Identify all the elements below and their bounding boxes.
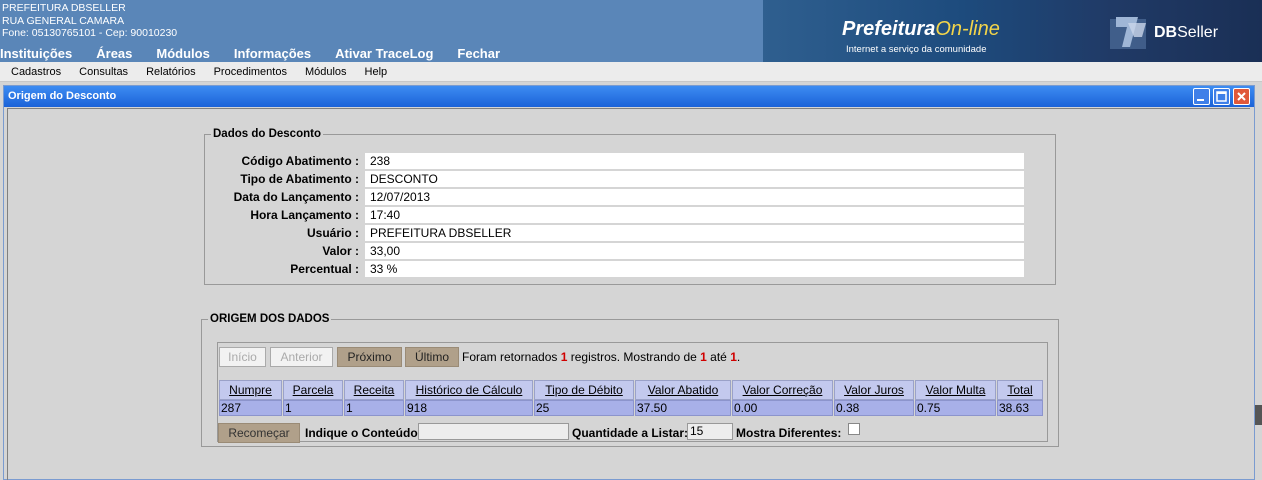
col-numpre[interactable]: Numpre: [219, 380, 282, 400]
quantidade-listar-input[interactable]: 15: [687, 423, 733, 440]
minimize-icon[interactable]: [1193, 88, 1210, 105]
app-header: PREFEITURA DBSELLER RUA GENERAL CAMARA F…: [0, 0, 1262, 62]
col-historico-calculo[interactable]: Histórico de Cálculo: [405, 380, 533, 400]
cell-valor-juros: 0.38: [834, 400, 914, 416]
origem-desconto-window: Origem do Desconto Dados do Desconto Cód…: [3, 85, 1255, 480]
records-to: 1: [730, 350, 737, 364]
nav-modulos[interactable]: Módulos: [156, 46, 209, 61]
table-row[interactable]: 287 1 1 918 25 37.50 0.00 0.38 0.75 38.6…: [219, 400, 1043, 416]
cell-valor-multa: 0.75: [915, 400, 996, 416]
tipo-abatimento-field[interactable]: DESCONTO: [365, 170, 1024, 187]
nav-informacoes[interactable]: Informações: [234, 46, 311, 61]
prefeitura-online-logo: PrefeituraOn-line: [842, 18, 1000, 40]
org-info: PREFEITURA DBSELLER RUA GENERAL CAMARA F…: [2, 2, 177, 40]
window-title: Origem do Desconto: [8, 90, 117, 102]
menu-relatorios[interactable]: Relatórios: [146, 66, 196, 78]
page-scrollbar[interactable]: [1255, 405, 1262, 425]
table-header-row: Numpre Parcela Receita Histórico de Cálc…: [219, 380, 1043, 400]
col-total[interactable]: Total: [997, 380, 1043, 400]
usuario-field[interactable]: PREFEITURA DBSELLER: [365, 224, 1024, 241]
quantidade-listar-label: Quantidade a Listar:: [572, 426, 689, 440]
menu-modulos[interactable]: Módulos: [305, 66, 347, 78]
maximize-icon[interactable]: [1213, 88, 1230, 105]
records-from: 1: [700, 350, 707, 364]
data-lancamento-label: Data do Lançamento :: [233, 189, 359, 204]
cell-parcela: 1: [283, 400, 343, 416]
dados-desconto-group: Dados do Desconto Código Abatimento : 23…: [204, 128, 1056, 285]
valor-field[interactable]: 33,00: [365, 242, 1024, 259]
nav-instituicoes[interactable]: Instituições: [0, 46, 72, 61]
window-content: Dados do Desconto Código Abatimento : 23…: [7, 108, 1250, 480]
menu-consultas[interactable]: Consultas: [79, 66, 128, 78]
valor-label: Valor :: [322, 243, 359, 258]
menu-cadastros[interactable]: Cadastros: [11, 66, 61, 78]
nav-fechar[interactable]: Fechar: [457, 46, 500, 61]
mostra-diferentes-checkbox[interactable]: [848, 423, 860, 435]
percentual-field[interactable]: 33 %: [365, 260, 1024, 277]
menu-procedimentos[interactable]: Procedimentos: [214, 66, 287, 78]
hora-lancamento-field[interactable]: 17:40: [365, 206, 1024, 223]
col-valor-multa[interactable]: Valor Multa: [915, 380, 996, 400]
origem-table: Numpre Parcela Receita Histórico de Cálc…: [218, 380, 1044, 416]
nav-ativar-tracelog[interactable]: Ativar TraceLog: [335, 46, 433, 61]
tipo-abatimento-label: Tipo de Abatimento :: [240, 171, 359, 186]
nav-areas[interactable]: Áreas: [96, 46, 132, 61]
col-valor-juros[interactable]: Valor Juros: [834, 380, 914, 400]
hora-lancamento-label: Hora Lançamento :: [250, 207, 359, 222]
origem-dados-legend: ORIGEM DOS DADOS: [210, 313, 330, 325]
field-row: Percentual : 33 %: [205, 260, 1024, 277]
field-row: Data do Lançamento : 12/07/2013: [205, 188, 1024, 205]
logo-tagline: Internet a serviço da comunidade: [846, 44, 987, 55]
codigo-abatimento-label: Código Abatimento :: [241, 153, 359, 168]
col-valor-abatido[interactable]: Valor Abatido: [635, 380, 731, 400]
indique-conteudo-input[interactable]: [418, 423, 569, 440]
percentual-label: Percentual :: [290, 261, 359, 276]
window-title-bar[interactable]: Origem do Desconto: [4, 86, 1254, 107]
field-row: Usuário : PREFEITURA DBSELLER: [205, 224, 1024, 241]
cell-valor-abatido: 37.50: [635, 400, 731, 416]
cell-historico-calculo: 918: [405, 400, 533, 416]
recomecar-button[interactable]: Recomeçar: [218, 423, 300, 443]
usuario-label: Usuário :: [306, 225, 359, 240]
menu-help[interactable]: Help: [365, 66, 388, 78]
dbseller-wordmark: DBSeller: [1154, 24, 1219, 41]
origem-dados-group: ORIGEM DOS DADOS Início Anterior Próximo…: [201, 313, 1059, 447]
field-row: Código Abatimento : 238: [205, 152, 1024, 169]
field-row: Valor : 33,00: [205, 242, 1024, 259]
data-lancamento-field[interactable]: 12/07/2013: [365, 188, 1024, 205]
cell-receita: 1: [344, 400, 404, 416]
field-row: Tipo de Abatimento : DESCONTO: [205, 170, 1024, 187]
menu-bar: Cadastros Consultas Relatórios Procedime…: [0, 62, 1262, 82]
org-name: PREFEITURA DBSELLER: [2, 2, 126, 14]
cell-numpre: 287: [219, 400, 282, 416]
col-parcela[interactable]: Parcela: [283, 380, 343, 400]
cell-tipo-debito: 25: [534, 400, 634, 416]
codigo-abatimento-field[interactable]: 238: [365, 152, 1024, 169]
field-row: Hora Lançamento : 17:40: [205, 206, 1024, 223]
cell-total: 38.63: [997, 400, 1043, 416]
anterior-button[interactable]: Anterior: [270, 347, 333, 367]
top-nav: Instituições Áreas Módulos Informações A…: [0, 46, 524, 61]
col-receita[interactable]: Receita: [344, 380, 404, 400]
col-valor-correcao[interactable]: Valor Correção: [732, 380, 833, 400]
proximo-button[interactable]: Próximo: [337, 347, 402, 367]
close-icon[interactable]: [1233, 88, 1250, 105]
cell-valor-correcao: 0.00: [732, 400, 833, 416]
mostra-diferentes-label: Mostra Diferentes:: [736, 426, 842, 440]
ultimo-button[interactable]: Último: [405, 347, 459, 367]
paginated-grid: Início Anterior Próximo Último Foram ret…: [217, 342, 1048, 443]
records-message: Foram retornados 1 registros. Mostrando …: [462, 350, 741, 364]
org-address: RUA GENERAL CAMARA: [2, 14, 125, 27]
col-tipo-debito[interactable]: Tipo de Débito: [534, 380, 634, 400]
dbseller-logo-icon: [1110, 17, 1146, 49]
inicio-button[interactable]: Início: [219, 347, 266, 367]
org-phone: Fone: 05130765101 - Cep: 90010230: [2, 27, 178, 39]
indique-conteudo-label: Indique o Conteúdo:: [305, 426, 422, 440]
dados-desconto-legend: Dados do Desconto: [213, 128, 321, 140]
